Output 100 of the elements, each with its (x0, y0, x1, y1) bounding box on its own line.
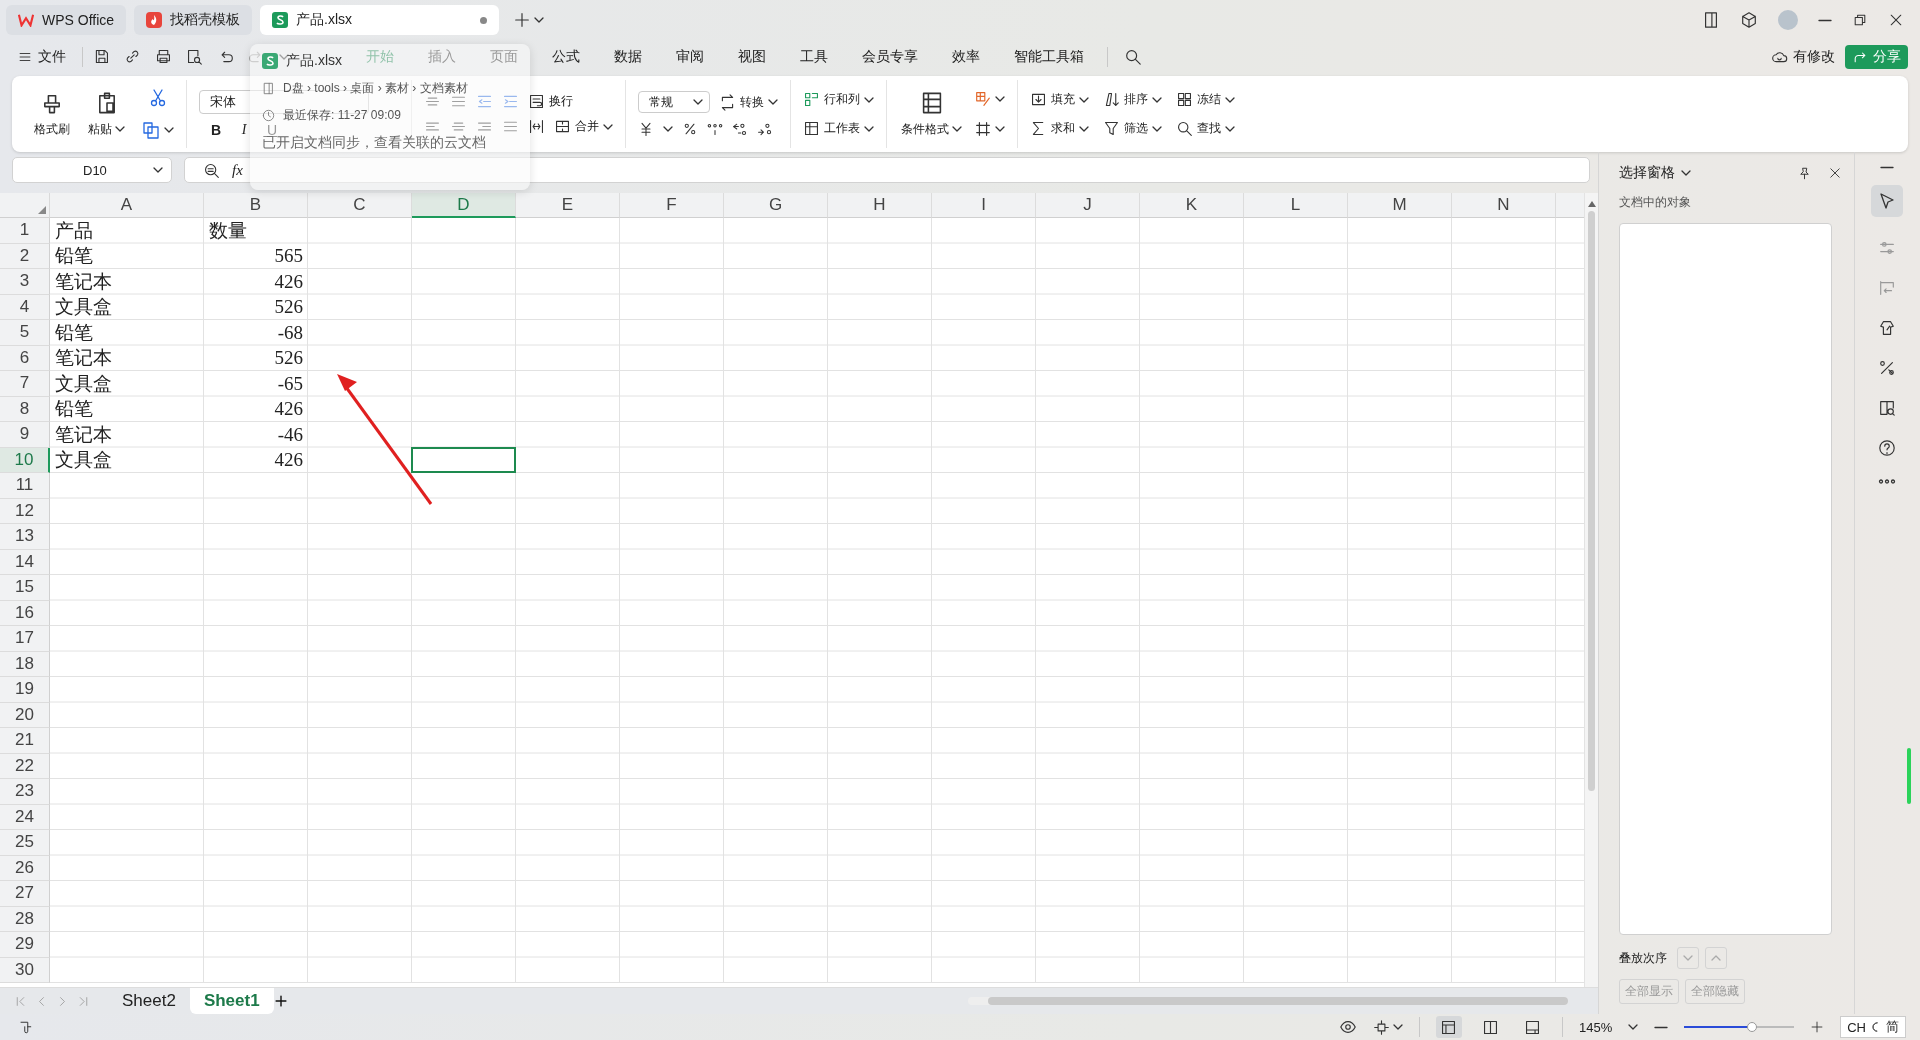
column-header[interactable]: A (50, 193, 204, 218)
zoom-level[interactable]: 145% (1578, 1019, 1613, 1035)
paste-button[interactable]: 粘贴 (86, 90, 127, 138)
row-header[interactable]: 19 (0, 677, 50, 703)
name-box[interactable]: D10 (12, 157, 172, 183)
freeze-button[interactable]: 冻结 (1176, 91, 1235, 108)
column-header[interactable]: B (204, 193, 308, 218)
percent-icon (682, 121, 698, 137)
worksheet-button[interactable]: 工作表 (803, 120, 874, 137)
row-header[interactable]: 30 (0, 957, 50, 983)
column-header[interactable]: J (1036, 193, 1140, 218)
formula-field[interactable]: fx (184, 157, 1590, 183)
convert-button[interactable]: 转换 (719, 93, 778, 111)
sort-button[interactable]: 排序 (1103, 91, 1162, 108)
menu-tab[interactable]: 工具 (783, 41, 845, 72)
rows-columns-button[interactable]: 行和列 (803, 91, 874, 108)
row-header[interactable]: 4 (0, 294, 50, 320)
row-header[interactable]: 27 (0, 881, 50, 907)
share-button[interactable]: 分享 (1845, 44, 1908, 69)
row-header[interactable]: 14 (0, 549, 50, 575)
row-header[interactable]: 6 (0, 345, 50, 371)
bold-button[interactable]: B (207, 122, 225, 138)
save-icon (93, 48, 110, 65)
selected-cell[interactable] (411, 446, 516, 473)
row-header[interactable]: 9 (0, 422, 50, 448)
format-painter-button[interactable]: 格式刷 (32, 90, 72, 138)
menu-tab[interactable]: 审阅 (659, 41, 721, 72)
row-header[interactable]: 8 (0, 396, 50, 422)
number-format-select[interactable]: 常规 (638, 91, 710, 113)
menu-tab[interactable]: 效率 (935, 41, 997, 72)
menu-tab[interactable]: 数据 (597, 41, 659, 72)
row-header[interactable]: 2 (0, 243, 50, 269)
column-header[interactable]: N (1452, 193, 1556, 218)
column-header[interactable]: L (1244, 193, 1348, 218)
row-header[interactable]: 25 (0, 830, 50, 856)
column-header[interactable]: M (1348, 193, 1452, 218)
vertical-scrollbar[interactable] (1584, 193, 1598, 987)
column-header[interactable]: I (932, 193, 1036, 218)
cube-icon (1740, 11, 1758, 29)
menu-tab[interactable]: 公式 (535, 41, 597, 72)
table-cell: 565 (274, 245, 303, 268)
menu-tab[interactable]: 智能工具箱 (997, 41, 1101, 72)
caret-icon (279, 53, 289, 60)
row-header[interactable]: 1 (0, 218, 50, 244)
row-header[interactable]: 16 (0, 600, 50, 626)
horizontal-scrollbar[interactable] (968, 997, 1568, 1005)
column-header[interactable]: K (1140, 193, 1244, 218)
row-header[interactable]: 17 (0, 626, 50, 652)
input-method-indicator[interactable]: CH 简 (1840, 1016, 1906, 1038)
row-header[interactable]: 24 (0, 804, 50, 830)
find-button[interactable]: 查找 (1176, 120, 1235, 137)
row-header[interactable]: 26 (0, 855, 50, 881)
sheet-tab[interactable]: Sheet1 (189, 988, 274, 1014)
sheet-tab[interactable]: Sheet2 (108, 988, 190, 1014)
restore-icon (1852, 12, 1868, 28)
column-header[interactable]: D (412, 193, 516, 218)
row-header[interactable]: 15 (0, 575, 50, 601)
view-mode-button[interactable] (1435, 1016, 1462, 1038)
caret-icon (153, 167, 163, 173)
italic-button[interactable]: I (235, 122, 253, 138)
file-menu[interactable]: 文件 (12, 47, 72, 66)
row-header[interactable]: 3 (0, 269, 50, 295)
sum-button[interactable]: 求和 (1030, 120, 1089, 137)
row-header[interactable]: 18 (0, 651, 50, 677)
document-tab[interactable]: WPS Office (6, 5, 127, 35)
close-icon (1888, 12, 1904, 28)
document-tab[interactable]: 找稻壳模板 (134, 5, 253, 35)
column-header[interactable]: G (724, 193, 828, 218)
row-header[interactable]: 29 (0, 932, 50, 958)
column-header[interactable]: F (620, 193, 724, 218)
table-cell: 426 (274, 398, 303, 421)
select-all-corner[interactable] (0, 193, 50, 218)
fill-button[interactable]: 填充 (1030, 91, 1089, 108)
row-header[interactable]: 21 (0, 728, 50, 754)
sync-status-button[interactable]: 有修改 (1771, 47, 1835, 66)
row-header[interactable]: 20 (0, 702, 50, 728)
row-header[interactable]: 22 (0, 753, 50, 779)
row-header[interactable]: 7 (0, 371, 50, 397)
row-header[interactable]: 23 (0, 779, 50, 805)
caret-icon (1152, 96, 1162, 103)
row-header[interactable]: 13 (0, 524, 50, 550)
caret-icon (534, 17, 545, 23)
column-header[interactable]: H (828, 193, 932, 218)
wrap-text-button[interactable]: 换行 (528, 93, 573, 110)
select-tool-button[interactable] (1871, 185, 1903, 217)
merge-button[interactable]: 合并 (554, 118, 613, 135)
row-header[interactable]: 10 (0, 447, 50, 473)
pane-title[interactable]: 选择窗格 (1619, 164, 1691, 182)
column-header[interactable]: E (516, 193, 620, 218)
column-header[interactable]: C (308, 193, 412, 218)
filter-button[interactable]: 筛选 (1103, 120, 1162, 137)
row-header[interactable]: 11 (0, 473, 50, 499)
conditional-format-button[interactable]: 条件格式 (899, 90, 964, 138)
menu-tab[interactable]: 会员专享 (845, 41, 935, 72)
row-header[interactable]: 12 (0, 498, 50, 524)
row-header[interactable]: 28 (0, 906, 50, 932)
document-tab[interactable]: 产品.xlsx (260, 5, 500, 35)
cloud-sync-link[interactable]: 已开启文档同步，查看关联的云文档 (262, 134, 486, 152)
row-header[interactable]: 5 (0, 320, 50, 346)
menu-tab[interactable]: 视图 (721, 41, 783, 72)
